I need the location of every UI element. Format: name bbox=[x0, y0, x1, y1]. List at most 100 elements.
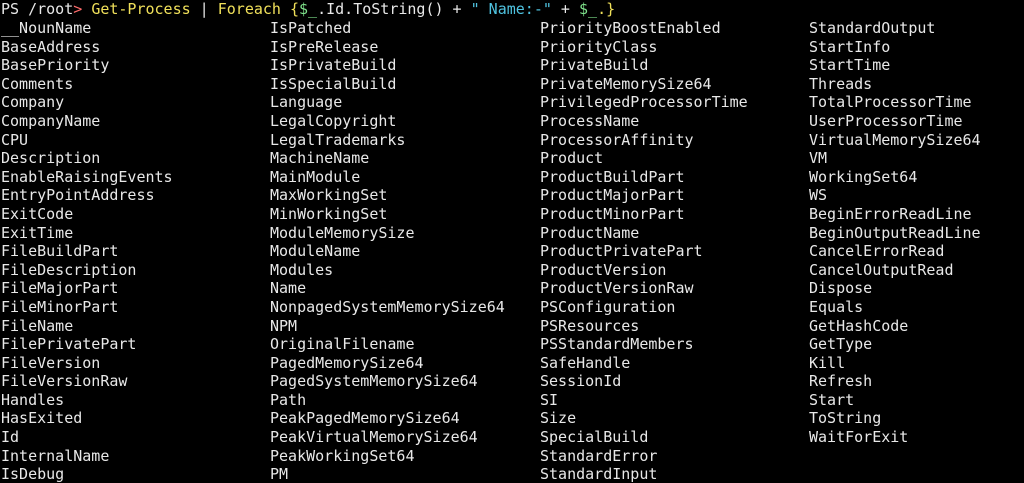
completion-item: IsPrivateBuild bbox=[270, 56, 397, 75]
completion-item: SafeHandle bbox=[540, 353, 631, 372]
completion-item: ProductMinorPart bbox=[540, 204, 685, 223]
completion-item: FileVersionRaw bbox=[1, 372, 128, 391]
completion-item: IsDebug bbox=[1, 465, 65, 483]
completion-item: Refresh bbox=[809, 372, 873, 391]
completion-item: CompanyName bbox=[1, 111, 101, 130]
completion-item: PeakVirtualMemorySize64 bbox=[270, 428, 478, 447]
completion-item: ProductBuildPart bbox=[540, 167, 685, 186]
completion-item: Id bbox=[1, 428, 20, 447]
completion-item: ProcessName bbox=[540, 111, 640, 130]
completion-column-2: IsPatched IsPreRelease IsPrivateBuild IsSpe… bbox=[270, 19, 505, 483]
completion-item: FileBuildPart bbox=[1, 242, 119, 261]
completion-item: PSResources bbox=[540, 316, 640, 335]
completion-item: IsPatched bbox=[270, 19, 352, 37]
completion-item: CancelErrorRead bbox=[809, 242, 945, 261]
terminal-window[interactable]: PS /root> Get-Process | Foreach {$_.Id.T… bbox=[0, 0, 1024, 483]
completion-item: InternalName bbox=[1, 446, 110, 465]
completion-item: PriorityBoostEnabled bbox=[540, 19, 721, 37]
completion-item: Company bbox=[1, 93, 65, 112]
completion-item: FileMajorPart bbox=[1, 279, 119, 298]
completion-item: CPU bbox=[1, 130, 29, 149]
completion-item: ProductName bbox=[540, 223, 640, 242]
foreach-keyword: Foreach bbox=[217, 0, 281, 18]
completion-item: WS bbox=[809, 186, 828, 205]
completion-item: Kill bbox=[809, 353, 846, 372]
completion-item: PrivateBuild bbox=[540, 56, 649, 75]
completion-item: Start bbox=[809, 390, 855, 409]
string-literal: " Name:-" bbox=[470, 0, 552, 18]
completion-item: PriorityClass bbox=[540, 37, 658, 56]
command-line: PS /root> Get-Process | Foreach {$_.Id.T… bbox=[1, 0, 615, 19]
completion-item: WaitForExit bbox=[809, 428, 909, 447]
completion-item: ProductMajorPart bbox=[540, 186, 685, 205]
open-brace: { bbox=[280, 0, 300, 18]
completion-item: Threads bbox=[809, 74, 873, 93]
member-access: .Id.ToString() + bbox=[317, 0, 471, 18]
completion-item: Product bbox=[540, 149, 604, 168]
completion-item: BasePriority bbox=[1, 56, 110, 75]
completion-item: Description bbox=[1, 149, 101, 168]
completion-item: OriginalFilename bbox=[270, 335, 415, 354]
completion-item: GetHashCode bbox=[809, 316, 909, 335]
completion-item: WorkingSet64 bbox=[809, 167, 918, 186]
close-brace: .} bbox=[597, 0, 616, 18]
completion-item: Language bbox=[270, 93, 343, 112]
completion-item: FileDescription bbox=[1, 260, 137, 279]
completion-item: ExitCode bbox=[1, 204, 74, 223]
completion-item: ExitTime bbox=[1, 223, 74, 242]
completion-item: SpecialBuild bbox=[540, 428, 649, 447]
completion-item: PeakPagedMemorySize64 bbox=[270, 409, 460, 428]
completion-item: NPM bbox=[270, 316, 298, 335]
completion-item: StandardInput bbox=[540, 465, 658, 483]
cmdlet-name: Get-Process bbox=[91, 0, 191, 18]
completion-item: LegalTrademarks bbox=[270, 130, 406, 149]
completion-item: Comments bbox=[1, 74, 74, 93]
completion-item: PeakWorkingSet64 bbox=[270, 446, 415, 465]
completion-item: SI bbox=[540, 390, 559, 409]
completion-item: ProductVersion bbox=[540, 260, 667, 279]
completion-item: ProcessorAffinity bbox=[540, 130, 694, 149]
pipeline-variable: $_ bbox=[299, 0, 318, 18]
pipeline-variable-2: $_ bbox=[579, 0, 598, 18]
completion-item: FilePrivatePart bbox=[1, 335, 137, 354]
completion-item: Equals bbox=[809, 297, 864, 316]
completion-item: PagedMemorySize64 bbox=[270, 353, 424, 372]
completion-item: VM bbox=[809, 149, 828, 168]
completion-list: __NounName BaseAddress BasePriority Comment… bbox=[0, 19, 1024, 483]
completion-item: LegalCopyright bbox=[270, 111, 397, 130]
completion-item: StandardError bbox=[540, 446, 658, 465]
completion-column-3: PriorityBoostEnabled PriorityClass Private… bbox=[540, 19, 748, 483]
completion-item: Dispose bbox=[809, 279, 873, 298]
completion-item: ProductVersionRaw bbox=[540, 279, 694, 298]
completion-item: HasExited bbox=[1, 409, 83, 428]
completion-item: PrivilegedProcessorTime bbox=[540, 93, 748, 112]
completion-item: BeginOutputReadLine bbox=[809, 223, 981, 242]
completion-item: __NounName bbox=[1, 19, 92, 37]
completion-item: FileMinorPart bbox=[1, 297, 119, 316]
completion-item: BeginErrorReadLine bbox=[809, 204, 972, 223]
completion-item: BaseAddress bbox=[1, 37, 101, 56]
completion-item: IsSpecialBuild bbox=[270, 74, 397, 93]
completion-item: Modules bbox=[270, 260, 334, 279]
pipe-operator: | bbox=[190, 0, 218, 18]
completion-item: Size bbox=[540, 409, 577, 428]
completion-item: SessionId bbox=[540, 372, 622, 391]
completion-item: PrivateMemorySize64 bbox=[540, 74, 712, 93]
completion-item: IsPreRelease bbox=[270, 37, 379, 56]
completion-item: TotalProcessorTime bbox=[809, 93, 972, 112]
completion-item: StandardOutput bbox=[809, 19, 936, 37]
completion-item: PSConfiguration bbox=[540, 297, 676, 316]
completion-item: MinWorkingSet bbox=[270, 204, 388, 223]
completion-item: EntryPointAddress bbox=[1, 186, 155, 205]
completion-item: CancelOutputRead bbox=[809, 260, 954, 279]
completion-item: MachineName bbox=[270, 149, 370, 168]
completion-item: ToString bbox=[809, 409, 882, 428]
plus-operator: + bbox=[551, 0, 579, 18]
completion-column-1: __NounName BaseAddress BasePriority Comment… bbox=[1, 19, 173, 483]
completion-item: MainModule bbox=[270, 167, 361, 186]
completion-item: GetType bbox=[809, 335, 873, 354]
completion-item: Handles bbox=[1, 390, 65, 409]
completion-column-4: StandardOutput StartInfo StartTime Threads T… bbox=[809, 19, 981, 447]
completion-item: PagedSystemMemorySize64 bbox=[270, 372, 478, 391]
completion-item: UserProcessorTime bbox=[809, 111, 963, 130]
